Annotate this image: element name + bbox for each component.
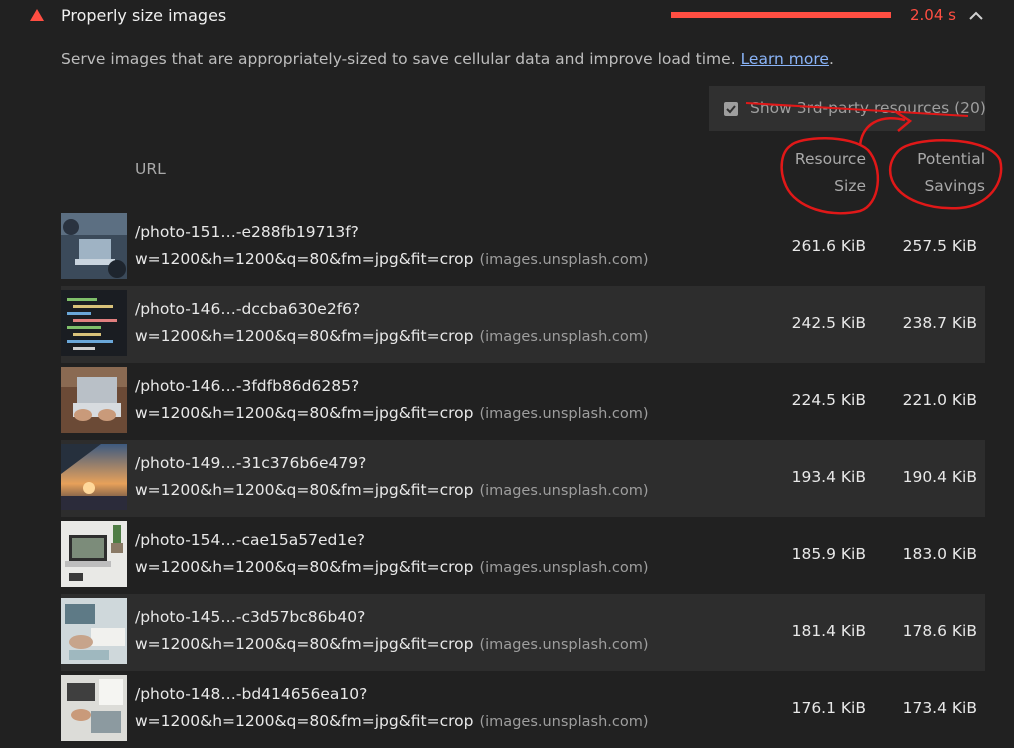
- third-party-checkbox[interactable]: [724, 102, 738, 116]
- url-path: /photo-145…-c3d57bc86b40?: [135, 608, 366, 626]
- warning-triangle-icon: [30, 9, 44, 21]
- table-row[interactable]: /photo-149…-31c376b6e479? w=1200&h=1200&…: [61, 440, 985, 517]
- chevron-up-icon[interactable]: [968, 8, 984, 24]
- url-host: (images.unsplash.com): [479, 329, 649, 345]
- potential-savings: 238.7 KiB: [902, 314, 977, 332]
- resource-size: 185.9 KiB: [791, 545, 866, 563]
- third-party-toggle[interactable]: Show 3rd-party resources (20): [709, 86, 986, 131]
- column-header-url: URL: [135, 160, 166, 178]
- url-path: /photo-149…-31c376b6e479?: [135, 454, 367, 472]
- table-row[interactable]: /photo-154…-cae15a57ed1e? w=1200&h=1200&…: [61, 517, 985, 594]
- potential-savings: 257.5 KiB: [902, 237, 977, 255]
- url-query: w=1200&h=1200&q=80&fm=jpg&fit=crop (image…: [135, 404, 649, 422]
- table-row[interactable]: /photo-145…-c3d57bc86b40? w=1200&h=1200&…: [61, 594, 985, 671]
- savings-bar: [671, 12, 891, 18]
- table-row[interactable]: /photo-146…-3fdfb86d6285? w=1200&h=1200&…: [61, 363, 985, 440]
- savings-value: 2.04 s: [910, 6, 956, 24]
- url-path: /photo-148…-bd414656ea10?: [135, 685, 368, 703]
- resource-size: 224.5 KiB: [791, 391, 866, 409]
- thumbnail-image: [61, 675, 127, 741]
- potential-savings: 178.6 KiB: [902, 622, 977, 640]
- url-host: (images.unsplash.com): [479, 714, 649, 730]
- resource-size: 181.4 KiB: [791, 622, 866, 640]
- url-query: w=1200&h=1200&q=80&fm=jpg&fit=crop (image…: [135, 481, 649, 499]
- audit-header[interactable]: Properly size images 2.04 s: [0, 0, 1014, 34]
- url-path: /photo-146…-3fdfb86d6285?: [135, 377, 360, 395]
- learn-more-link[interactable]: Learn more: [741, 50, 829, 68]
- url-host: (images.unsplash.com): [479, 483, 649, 499]
- thumbnail-image: [61, 290, 127, 356]
- url-query: w=1200&h=1200&q=80&fm=jpg&fit=crop (image…: [135, 635, 649, 653]
- url-query: w=1200&h=1200&q=80&fm=jpg&fit=crop (image…: [135, 712, 649, 730]
- url-path: /photo-151…-e288fb19713f?: [135, 223, 359, 241]
- potential-savings: 173.4 KiB: [902, 699, 977, 717]
- potential-savings: 190.4 KiB: [902, 468, 977, 486]
- potential-savings: 221.0 KiB: [902, 391, 977, 409]
- column-header-resource-size: Resource Size: [794, 150, 866, 195]
- url-host: (images.unsplash.com): [479, 406, 649, 422]
- thumbnail-image: [61, 367, 127, 433]
- url-query: w=1200&h=1200&q=80&fm=jpg&fit=crop (image…: [135, 250, 649, 268]
- thumbnail-image: [61, 444, 127, 510]
- audit-description: Serve images that are appropriately-size…: [61, 50, 834, 68]
- results-table: /photo-151…-e288fb19713f? w=1200&h=1200&…: [61, 209, 985, 748]
- thumbnail-image: [61, 598, 127, 664]
- url-path: /photo-146…-dccba630e2f6?: [135, 300, 361, 318]
- table-row[interactable]: /photo-146…-dccba630e2f6? w=1200&h=1200&…: [61, 286, 985, 363]
- url-path: /photo-154…-cae15a57ed1e?: [135, 531, 365, 549]
- audit-title: Properly size images: [61, 6, 227, 25]
- resource-size: 242.5 KiB: [791, 314, 866, 332]
- potential-savings: 183.0 KiB: [902, 545, 977, 563]
- check-icon: [726, 105, 736, 114]
- url-query: w=1200&h=1200&q=80&fm=jpg&fit=crop (image…: [135, 327, 649, 345]
- resource-size: 176.1 KiB: [791, 699, 866, 717]
- column-header-potential-savings: Potential Savings: [917, 150, 985, 195]
- url-host: (images.unsplash.com): [479, 252, 649, 268]
- table-row[interactable]: /photo-148…-bd414656ea10? w=1200&h=1200&…: [61, 671, 985, 748]
- third-party-label: Show 3rd-party resources (20): [750, 99, 986, 117]
- url-query: w=1200&h=1200&q=80&fm=jpg&fit=crop (image…: [135, 558, 649, 576]
- thumbnail-image: [61, 521, 127, 587]
- resource-size: 193.4 KiB: [791, 468, 866, 486]
- url-host: (images.unsplash.com): [479, 637, 649, 653]
- thumbnail-image: [61, 213, 127, 279]
- table-row[interactable]: /photo-151…-e288fb19713f? w=1200&h=1200&…: [61, 209, 985, 286]
- url-host: (images.unsplash.com): [479, 560, 649, 576]
- resource-size: 261.6 KiB: [791, 237, 866, 255]
